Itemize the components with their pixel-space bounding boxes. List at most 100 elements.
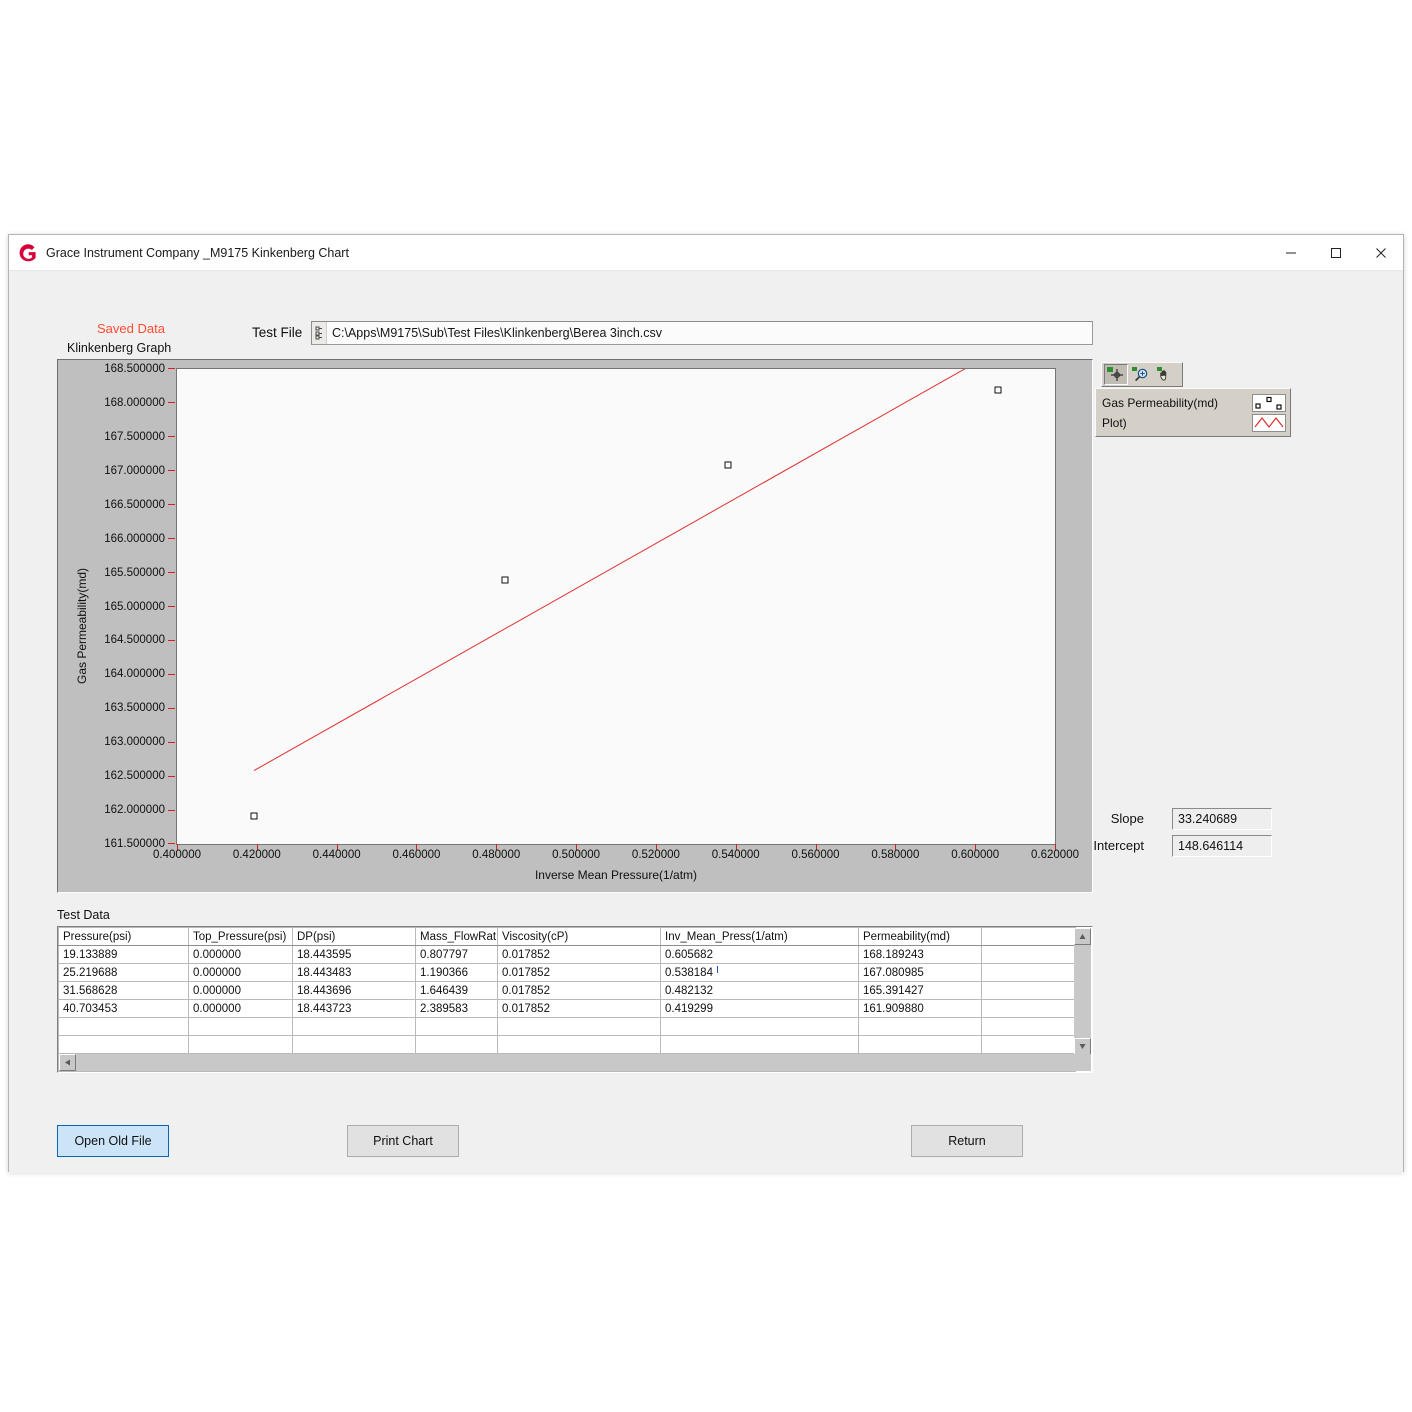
maximize-button[interactable] bbox=[1313, 235, 1358, 270]
table-row[interactable] bbox=[58, 1035, 1076, 1054]
screen-root: Grace Instrument Company _M9175 Kinkenbe… bbox=[0, 0, 1412, 1412]
x-tick-label: 0.460000 bbox=[392, 849, 441, 861]
intercept-label: Intercept bbox=[1093, 838, 1144, 853]
scroll-down-button[interactable] bbox=[1074, 1038, 1091, 1055]
table-cell[interactable]: 0.419299 bbox=[660, 999, 859, 1018]
scroll-up-button[interactable] bbox=[1074, 928, 1091, 945]
table-cell[interactable]: 1.190366 bbox=[415, 963, 498, 982]
table-cell[interactable] bbox=[981, 945, 1076, 964]
table-cell[interactable]: 0.000000 bbox=[188, 981, 293, 1000]
x-tick-label: 0.400000 bbox=[153, 849, 201, 861]
klinkenberg-graph[interactable]: Gas Permeability(md) 168.500000 168.00000… bbox=[57, 359, 1093, 893]
table-row[interactable]: 31.568628 0.000000 18.443696 1.646439 0.0178… bbox=[58, 981, 1076, 1000]
x-tick-label: 0.560000 bbox=[791, 849, 840, 861]
minimize-button[interactable] bbox=[1268, 235, 1313, 270]
table-header-cell bbox=[981, 927, 1076, 946]
table-cell[interactable] bbox=[58, 1035, 189, 1054]
scatter-squares-icon[interactable] bbox=[1252, 394, 1286, 412]
table-cell[interactable] bbox=[497, 1035, 661, 1054]
table-cell[interactable]: 168.189243 bbox=[858, 945, 982, 964]
table-cell[interactable] bbox=[188, 1035, 293, 1054]
table-cell[interactable]: 18.443723 bbox=[292, 999, 416, 1018]
application-window: Grace Instrument Company _M9175 Kinkenbe… bbox=[8, 234, 1404, 1173]
table-cell[interactable] bbox=[292, 1035, 416, 1054]
table-row[interactable]: 25.219688 0.000000 18.443483 1.190366 0.0178… bbox=[58, 963, 1076, 982]
table-cell[interactable] bbox=[415, 1035, 498, 1054]
table-cell[interactable]: 18.443595 bbox=[292, 945, 416, 964]
table-row[interactable]: 40.703453 0.000000 18.443723 2.389583 0.0178… bbox=[58, 999, 1076, 1018]
table-cell[interactable]: 0.538184 bbox=[660, 963, 859, 982]
table-cell[interactable]: 1.646439 bbox=[415, 981, 498, 1000]
client-area: Saved Data Test File C:\Apps\M9175\Sub\T… bbox=[9, 271, 1403, 1173]
legend-row[interactable]: Gas Permeability(md) bbox=[1102, 393, 1286, 413]
table-cell[interactable]: 31.568628 bbox=[58, 981, 189, 1000]
table-cell[interactable]: 40.703453 bbox=[58, 999, 189, 1018]
print-chart-button[interactable]: Print Chart bbox=[347, 1125, 459, 1157]
graph-legend[interactable]: Gas Permeability(md) Plot) bbox=[1095, 388, 1291, 437]
table-cell[interactable]: 18.443483 bbox=[292, 963, 416, 982]
table-cell[interactable]: 165.391427 bbox=[858, 981, 982, 1000]
close-button[interactable] bbox=[1358, 235, 1403, 270]
table-cell[interactable]: 0.017852 bbox=[497, 945, 661, 964]
table-cell[interactable]: 0.000000 bbox=[188, 945, 293, 964]
table-cell[interactable] bbox=[660, 1017, 859, 1036]
table-cell[interactable] bbox=[981, 999, 1076, 1018]
table-header-cell: Viscosity(cP) bbox=[497, 927, 661, 946]
table-cell[interactable]: 167.080985 bbox=[858, 963, 982, 982]
data-point-marker bbox=[994, 386, 1002, 394]
table-cell[interactable]: 0.017852 bbox=[497, 999, 661, 1018]
x-tick-label: 0.480000 bbox=[472, 849, 521, 861]
y-tick-label: 168.500000 bbox=[104, 363, 175, 375]
x-tick-label: 0.540000 bbox=[711, 849, 760, 861]
table-cell[interactable] bbox=[981, 981, 1076, 1000]
table-cell[interactable]: 0.605682 bbox=[660, 945, 859, 964]
scroll-left-button[interactable] bbox=[59, 1054, 76, 1071]
table-cell[interactable]: 18.443696 bbox=[292, 981, 416, 1000]
horizontal-scrollbar[interactable] bbox=[59, 1054, 1075, 1071]
table-cell[interactable] bbox=[981, 1035, 1076, 1054]
red-line-icon[interactable] bbox=[1252, 414, 1286, 432]
zoom-magnifier-icon[interactable] bbox=[1129, 364, 1153, 385]
table-cell[interactable]: 0.017852 bbox=[497, 981, 661, 1000]
table-cell[interactable]: 0.807797 bbox=[415, 945, 498, 964]
pan-hand-icon[interactable] bbox=[1154, 364, 1178, 385]
table-cell[interactable] bbox=[981, 1017, 1076, 1036]
table-cell[interactable]: 161.909880 bbox=[858, 999, 982, 1018]
table-cell[interactable]: 0.482132 bbox=[660, 981, 859, 1000]
x-tick-label: 0.520000 bbox=[631, 849, 680, 861]
data-point-marker bbox=[250, 812, 258, 820]
table-row[interactable]: 19.133889 0.000000 18.443595 0.807797 0.0178… bbox=[58, 945, 1076, 964]
return-button[interactable]: Return bbox=[911, 1125, 1023, 1157]
table-cell[interactable] bbox=[292, 1017, 416, 1036]
y-tick-label: 164.500000 bbox=[104, 634, 175, 646]
table-cell[interactable]: 19.133889 bbox=[58, 945, 189, 964]
graph-caption: Klinkenberg Graph bbox=[67, 341, 172, 355]
vertical-scrollbar[interactable] bbox=[1074, 928, 1091, 1055]
table-cell[interactable] bbox=[858, 1035, 982, 1054]
table-cell[interactable] bbox=[188, 1017, 293, 1036]
table-cell[interactable]: 0.000000 bbox=[188, 999, 293, 1018]
test-file-input[interactable]: C:\Apps\M9175\Sub\Test Files\Klinkenberg… bbox=[311, 321, 1093, 345]
table-cell[interactable] bbox=[981, 963, 1076, 982]
crosshair-cursor-icon[interactable] bbox=[1104, 364, 1128, 385]
table-body: 19.133889 0.000000 18.443595 0.807797 0.0178… bbox=[58, 945, 1076, 1072]
x-tick-label: 0.500000 bbox=[552, 849, 601, 861]
table-cell[interactable] bbox=[660, 1035, 859, 1054]
table-cell[interactable] bbox=[858, 1017, 982, 1036]
test-file-label: Test File bbox=[252, 325, 303, 340]
table-cell[interactable] bbox=[415, 1017, 498, 1036]
test-data-table[interactable]: Pressure(psi) Top_Pressure(psi) DP(psi) Mas… bbox=[57, 926, 1093, 1073]
table-cell[interactable] bbox=[58, 1017, 189, 1036]
table-cell[interactable]: 25.219688 bbox=[58, 963, 189, 982]
data-point-marker bbox=[501, 576, 509, 584]
legend-row[interactable]: Plot) bbox=[1102, 413, 1286, 433]
table-cell[interactable]: 0.017852 bbox=[497, 963, 661, 982]
plot-area[interactable] bbox=[176, 368, 1056, 845]
table-cell[interactable] bbox=[497, 1017, 661, 1036]
graph-tool-palette[interactable] bbox=[1101, 362, 1183, 387]
table-cell[interactable]: 0.000000 bbox=[188, 963, 293, 982]
table-row[interactable] bbox=[58, 1017, 1076, 1036]
open-old-file-button[interactable]: Open Old File bbox=[57, 1125, 169, 1157]
table-cell[interactable]: 2.389583 bbox=[415, 999, 498, 1018]
y-tick-label: 167.000000 bbox=[104, 465, 175, 477]
